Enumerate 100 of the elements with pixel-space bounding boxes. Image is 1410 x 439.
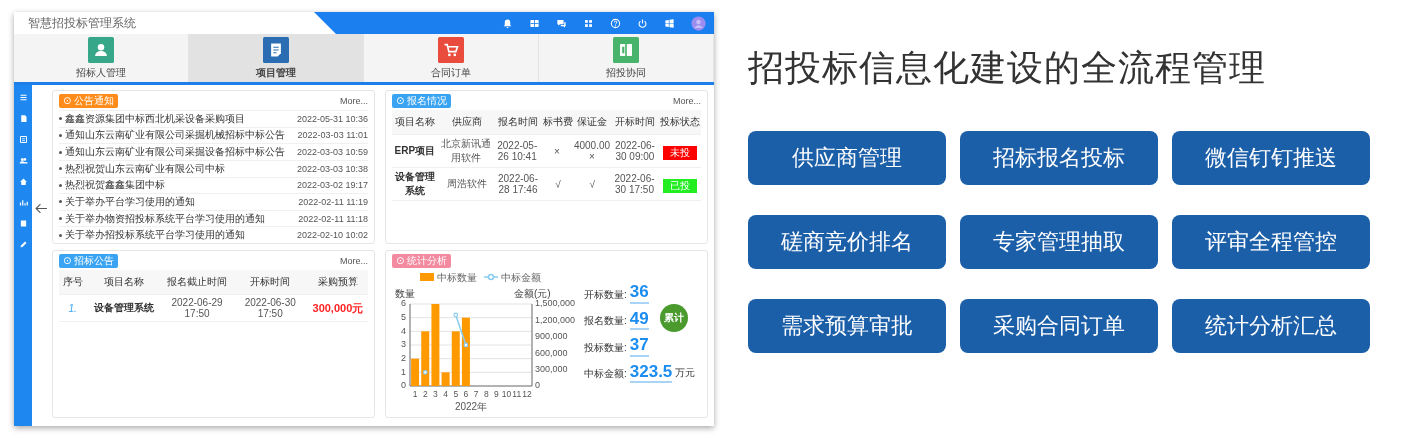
notice-link[interactable]: 热烈祝贺山东云南矿业有限公司中标 [65, 161, 294, 176]
tick-label: 1,200,000 [535, 314, 576, 325]
document-icon[interactable] [18, 114, 28, 123]
panel-tag: ⊙ 公告通知 [59, 93, 119, 108]
table-cell-text: 300,000元 [311, 300, 365, 316]
headline: 招投标信息化建设的全流程管理 [748, 46, 1267, 90]
table-cell-text: ERP项目 [393, 144, 437, 158]
axis-title: 2022年 [454, 401, 488, 412]
more-link[interactable]: More... [340, 255, 368, 266]
notice-link[interactable]: 鑫鑫资源集团中标西北机采设备采购项目 [65, 111, 294, 126]
legend-swatch [420, 273, 434, 281]
feature-button[interactable]: 采购合同订单 [960, 299, 1158, 353]
panel-tag: ⊙ 报名情况 [392, 93, 452, 108]
bullet-icon [59, 167, 62, 171]
tick-label: 5 [401, 312, 406, 323]
tick-label: 11 [512, 389, 522, 399]
app-title: 智慧招投标管理系统 [28, 14, 136, 32]
stat-unit: 万元 [675, 366, 696, 381]
more-link[interactable]: More... [673, 95, 701, 106]
feature-button[interactable]: 招标报名投标 [960, 131, 1158, 185]
more-link[interactable]: More... [340, 95, 368, 106]
column-header: 序号 [61, 275, 84, 289]
bullet-icon [59, 200, 62, 204]
tick-label: 900,000 [535, 331, 568, 342]
column-header: 报名截止时间 [166, 275, 229, 289]
feature-button[interactable]: 统计分析汇总 [1172, 299, 1370, 353]
stat-value: 36 [629, 282, 649, 304]
help-icon[interactable] [610, 17, 621, 29]
column-header: 供应商 [450, 115, 483, 129]
line-point [422, 369, 428, 375]
bullet-icon [59, 217, 62, 221]
feature-button[interactable]: 需求预算审批 [748, 299, 946, 353]
tick-label: 600,000 [535, 347, 568, 358]
notice-date: 2022-03-03 11:01 [297, 130, 368, 141]
tick-label: 6 [463, 389, 469, 399]
back-arrow-icon[interactable] [35, 203, 48, 214]
notice-link[interactable]: 关于举办物资招投标系统平台学习使用的通知 [65, 211, 296, 226]
legend-label: 中标金额 [501, 272, 541, 283]
notice-date: 2022-05-31 10:36 [296, 113, 368, 124]
feature-button[interactable]: 专家管理抽取 [960, 215, 1158, 269]
feature-button[interactable]: 供应商管理 [748, 131, 946, 185]
bullet-icon [59, 150, 62, 154]
column-header: 开标时间 [249, 275, 292, 289]
column-header: 项目名称 [394, 115, 436, 129]
tick-label: 12 [522, 389, 532, 399]
list-icon[interactable] [18, 135, 28, 144]
module-tab[interactable]: 招标人管理 [14, 34, 189, 82]
tick-label: 3 [433, 389, 438, 399]
notice-date: 2022-02-11 11:19 [298, 196, 368, 207]
table-cell-text: √ [588, 178, 596, 190]
line-point [463, 342, 469, 348]
feature-button[interactable]: 微信钉钉推送 [1172, 131, 1370, 185]
tick-label: 300,000 [535, 364, 568, 374]
table-cell-text: 2022-06-30 17:50 [613, 173, 656, 195]
module-tab[interactable]: 合同订单 [364, 34, 539, 82]
stat-value: 49 [629, 308, 649, 331]
table-cell-text: 设备管理系统 [92, 301, 155, 315]
column-header: 报名时间 [497, 115, 539, 129]
notice-link[interactable]: 关于举办平台学习使用的通知 [65, 194, 296, 209]
menu-icon[interactable] [18, 93, 28, 102]
feature-button[interactable]: 磋商竞价排名 [748, 215, 946, 269]
edit-icon[interactable] [18, 240, 28, 249]
power-icon[interactable] [637, 17, 648, 29]
bar [461, 317, 470, 386]
stat-label: 开标数量: [584, 287, 627, 302]
column-header: 采购预算 [316, 275, 359, 289]
tick-label: 0 [401, 380, 406, 391]
grid-icon[interactable] [529, 17, 540, 29]
line-point [453, 312, 459, 318]
tick-label: 2 [401, 353, 406, 364]
people-icon[interactable] [18, 156, 28, 165]
notice-date: 2022-02-10 10:02 [296, 230, 368, 241]
tick-label: 4 [401, 325, 406, 336]
tick-label: 7 [473, 389, 479, 399]
column-header: 保证金 [576, 115, 609, 129]
notice-link[interactable]: 关于举办招投标系统平台学习使用的通知 [65, 228, 294, 243]
notice-date: 2022-03-03 10:59 [296, 147, 368, 158]
module-tab[interactable]: 项目管理 [189, 34, 364, 82]
legend-line-icon [483, 273, 499, 281]
notice-link[interactable]: 热烈祝贺鑫鑫集团中标 [65, 178, 294, 193]
tick-label: 4 [443, 389, 448, 399]
table-cell-text: 周浩软件 [445, 177, 488, 191]
feature-button[interactable]: 评审全程管控 [1172, 215, 1370, 269]
avatar-icon[interactable] [691, 15, 706, 31]
bell-icon[interactable] [502, 17, 513, 29]
notice-link[interactable]: 通知山东云南矿业有限公司采掘设备招标中标公告 [65, 145, 294, 160]
chat-icon[interactable] [556, 17, 567, 29]
table-cell-text: × [553, 145, 561, 157]
table-cell-text: 1. [67, 302, 78, 314]
chart-icon[interactable] [18, 198, 28, 207]
table-cell: 4000.00 × [573, 140, 611, 162]
total-badge: 累计 [660, 304, 688, 332]
status-badge: 未投 [663, 146, 698, 160]
windows-icon[interactable] [664, 17, 675, 29]
column-header: 投标状态 [659, 115, 701, 129]
home-icon[interactable] [18, 177, 28, 186]
notice-link[interactable]: 通知山东云南矿业有限公司采掘机械招标中标公告 [65, 128, 295, 143]
document-icon [263, 36, 289, 63]
module-tab[interactable]: 招投协同 [539, 34, 714, 82]
apps-icon[interactable] [583, 17, 594, 29]
